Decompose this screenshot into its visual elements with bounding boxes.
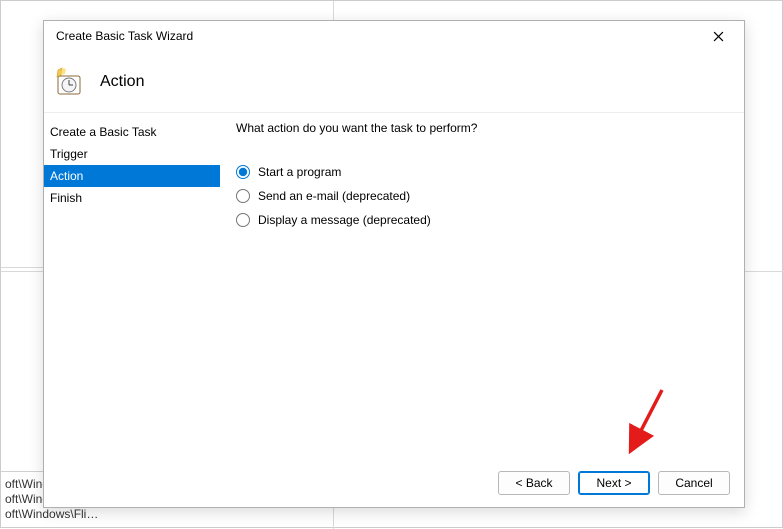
radio-input-start-program[interactable] xyxy=(236,165,250,179)
sidebar-item-create-task[interactable]: Create a Basic Task xyxy=(44,121,220,143)
cancel-button[interactable]: Cancel xyxy=(658,471,730,495)
radio-label: Display a message (deprecated) xyxy=(258,213,431,227)
wizard-header: Action xyxy=(44,51,744,113)
wizard-sidebar: Create a Basic Task Trigger Action Finis… xyxy=(44,113,220,459)
wizard-content: What action do you want the task to perf… xyxy=(220,113,744,459)
sidebar-item-trigger[interactable]: Trigger xyxy=(44,143,220,165)
next-button[interactable]: Next > xyxy=(578,471,650,495)
radio-start-program[interactable]: Start a program xyxy=(236,165,728,179)
wizard-footer: < Back Next > Cancel xyxy=(44,459,744,507)
close-button[interactable] xyxy=(700,22,736,50)
action-radio-group: Start a program Send an e-mail (deprecat… xyxy=(236,165,728,227)
radio-input-display-message[interactable] xyxy=(236,213,250,227)
sidebar-item-label: Create a Basic Task xyxy=(50,125,157,139)
radio-input-send-email[interactable] xyxy=(236,189,250,203)
radio-label: Send an e-mail (deprecated) xyxy=(258,189,410,203)
action-prompt: What action do you want the task to perf… xyxy=(236,121,728,135)
back-button[interactable]: < Back xyxy=(498,471,570,495)
wizard-step-title: Action xyxy=(100,73,144,91)
sidebar-item-label: Trigger xyxy=(50,147,88,161)
wizard-dialog: Create Basic Task Wizard Action Create a… xyxy=(43,20,745,508)
radio-display-message[interactable]: Display a message (deprecated) xyxy=(236,213,728,227)
close-icon xyxy=(713,31,724,42)
sidebar-item-label: Finish xyxy=(50,191,82,205)
wizard-icon xyxy=(52,66,84,98)
titlebar: Create Basic Task Wizard xyxy=(44,21,744,51)
sidebar-item-label: Action xyxy=(50,169,83,183)
sidebar-item-finish[interactable]: Finish xyxy=(44,187,220,209)
window-title: Create Basic Task Wizard xyxy=(56,29,700,43)
bg-text: oft\Windows\Fli… xyxy=(5,507,97,522)
radio-send-email[interactable]: Send an e-mail (deprecated) xyxy=(236,189,728,203)
sidebar-item-action[interactable]: Action xyxy=(44,165,220,187)
radio-label: Start a program xyxy=(258,165,341,179)
